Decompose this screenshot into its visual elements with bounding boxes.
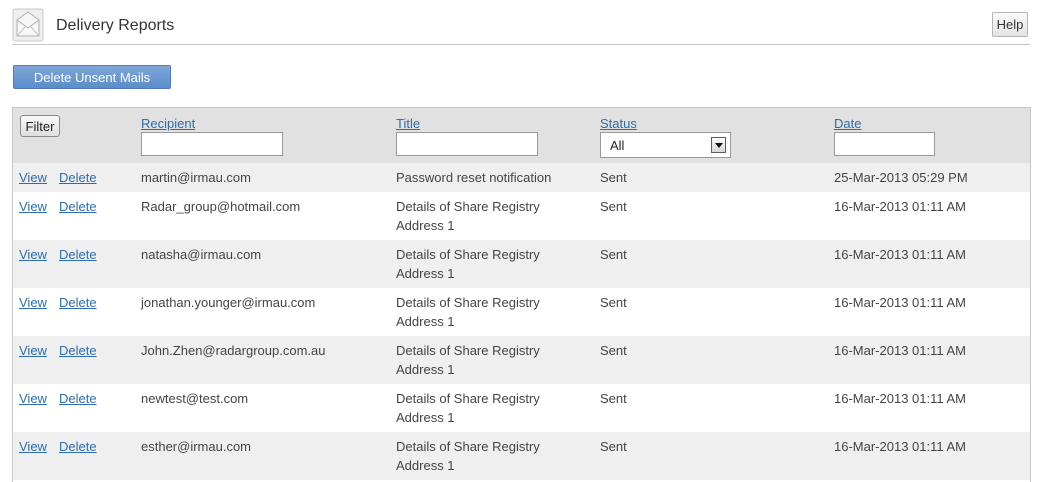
view-link[interactable]: View	[19, 293, 47, 312]
status-cell: Sent	[600, 199, 627, 214]
view-link[interactable]: View	[19, 437, 47, 456]
title-cell: Details of Share Registry Address 1	[396, 295, 540, 329]
filter-button[interactable]: Filter	[20, 115, 60, 137]
status-filter-select[interactable]: All	[600, 132, 731, 158]
table-row: View Delete martin@irmau.com Password reset…	[13, 163, 1030, 192]
date-cell: 25-Mar-2013 05:29 PM	[834, 170, 968, 185]
recipient-cell: jonathan.younger@irmau.com	[141, 295, 316, 310]
page-header: Delivery Reports Help	[0, 0, 1041, 46]
delete-link[interactable]: Delete	[59, 437, 97, 456]
title-cell: Details of Share Registry Address 1	[396, 199, 540, 233]
page-title: Delivery Reports	[56, 17, 175, 34]
status-cell: Sent	[600, 247, 627, 262]
column-header-recipient[interactable]: Recipient	[141, 116, 195, 131]
column-header-status[interactable]: Status	[600, 116, 637, 131]
table-row: View Delete Radar_group@hotmail.com Details…	[13, 192, 1030, 240]
table-row: View Delete newtest@test.com Details of Sha…	[13, 384, 1030, 432]
delete-link[interactable]: Delete	[59, 245, 97, 264]
delete-link[interactable]: Delete	[59, 197, 97, 216]
date-filter-input[interactable]	[834, 132, 935, 156]
delete-link[interactable]: Delete	[59, 293, 97, 312]
delete-link[interactable]: Delete	[59, 389, 97, 408]
header-divider	[12, 44, 1030, 45]
chevron-down-icon[interactable]	[711, 137, 726, 153]
envelope-icon	[12, 8, 44, 42]
title-cell: Details of Share Registry Address 1	[396, 439, 540, 473]
recipient-cell: Radar_group@hotmail.com	[141, 199, 301, 214]
date-cell: 16-Mar-2013 01:11 AM	[834, 199, 966, 214]
recipient-cell: newtest@test.com	[141, 391, 249, 406]
title-filter-input[interactable]	[396, 132, 538, 156]
title-cell: Details of Share Registry Address 1	[396, 247, 540, 281]
delivery-reports-table: Filter Recipient Title Status All Date V…	[12, 107, 1031, 482]
status-cell: Sent	[600, 343, 627, 358]
recipient-cell: esther@irmau.com	[141, 439, 252, 454]
recipient-cell: natasha@irmau.com	[141, 247, 262, 262]
table-row: View Delete John.Zhen@radargroup.com.au Det…	[13, 336, 1030, 384]
delete-link[interactable]: Delete	[59, 341, 97, 360]
delete-link[interactable]: Delete	[59, 168, 97, 187]
delete-unsent-mails-button[interactable]: Delete Unsent Mails	[13, 65, 171, 89]
help-button[interactable]: Help	[992, 12, 1028, 37]
view-link[interactable]: View	[19, 197, 47, 216]
view-link[interactable]: View	[19, 389, 47, 408]
date-cell: 16-Mar-2013 01:11 AM	[834, 247, 966, 262]
column-header-date[interactable]: Date	[834, 116, 861, 131]
filter-bar: Filter Recipient Title Status All Date	[13, 108, 1030, 164]
view-link[interactable]: View	[19, 245, 47, 264]
date-cell: 16-Mar-2013 01:11 AM	[834, 439, 966, 454]
date-cell: 16-Mar-2013 01:11 AM	[834, 391, 966, 406]
column-header-title[interactable]: Title	[396, 116, 420, 131]
view-link[interactable]: View	[19, 168, 47, 187]
view-link[interactable]: View	[19, 341, 47, 360]
title-cell: Password reset notification	[396, 170, 552, 185]
status-cell: Sent	[600, 439, 627, 454]
table-row: View Delete esther@irmau.com Details of Sha…	[13, 432, 1030, 480]
title-cell: Details of Share Registry Address 1	[396, 343, 540, 377]
table-row: View Delete jonathan.younger@irmau.com Deta…	[13, 288, 1030, 336]
recipient-cell: martin@irmau.com	[141, 170, 251, 185]
status-filter-value: All	[610, 138, 625, 153]
status-cell: Sent	[600, 391, 627, 406]
table-row: View Delete natasha@irmau.com Details of Sh…	[13, 240, 1030, 288]
status-cell: Sent	[600, 295, 627, 310]
status-cell: Sent	[600, 170, 627, 185]
recipient-cell: John.Zhen@radargroup.com.au	[141, 343, 326, 358]
date-cell: 16-Mar-2013 01:11 AM	[834, 343, 966, 358]
title-cell: Details of Share Registry Address 1	[396, 391, 540, 425]
date-cell: 16-Mar-2013 01:11 AM	[834, 295, 966, 310]
recipient-filter-input[interactable]	[141, 132, 283, 156]
